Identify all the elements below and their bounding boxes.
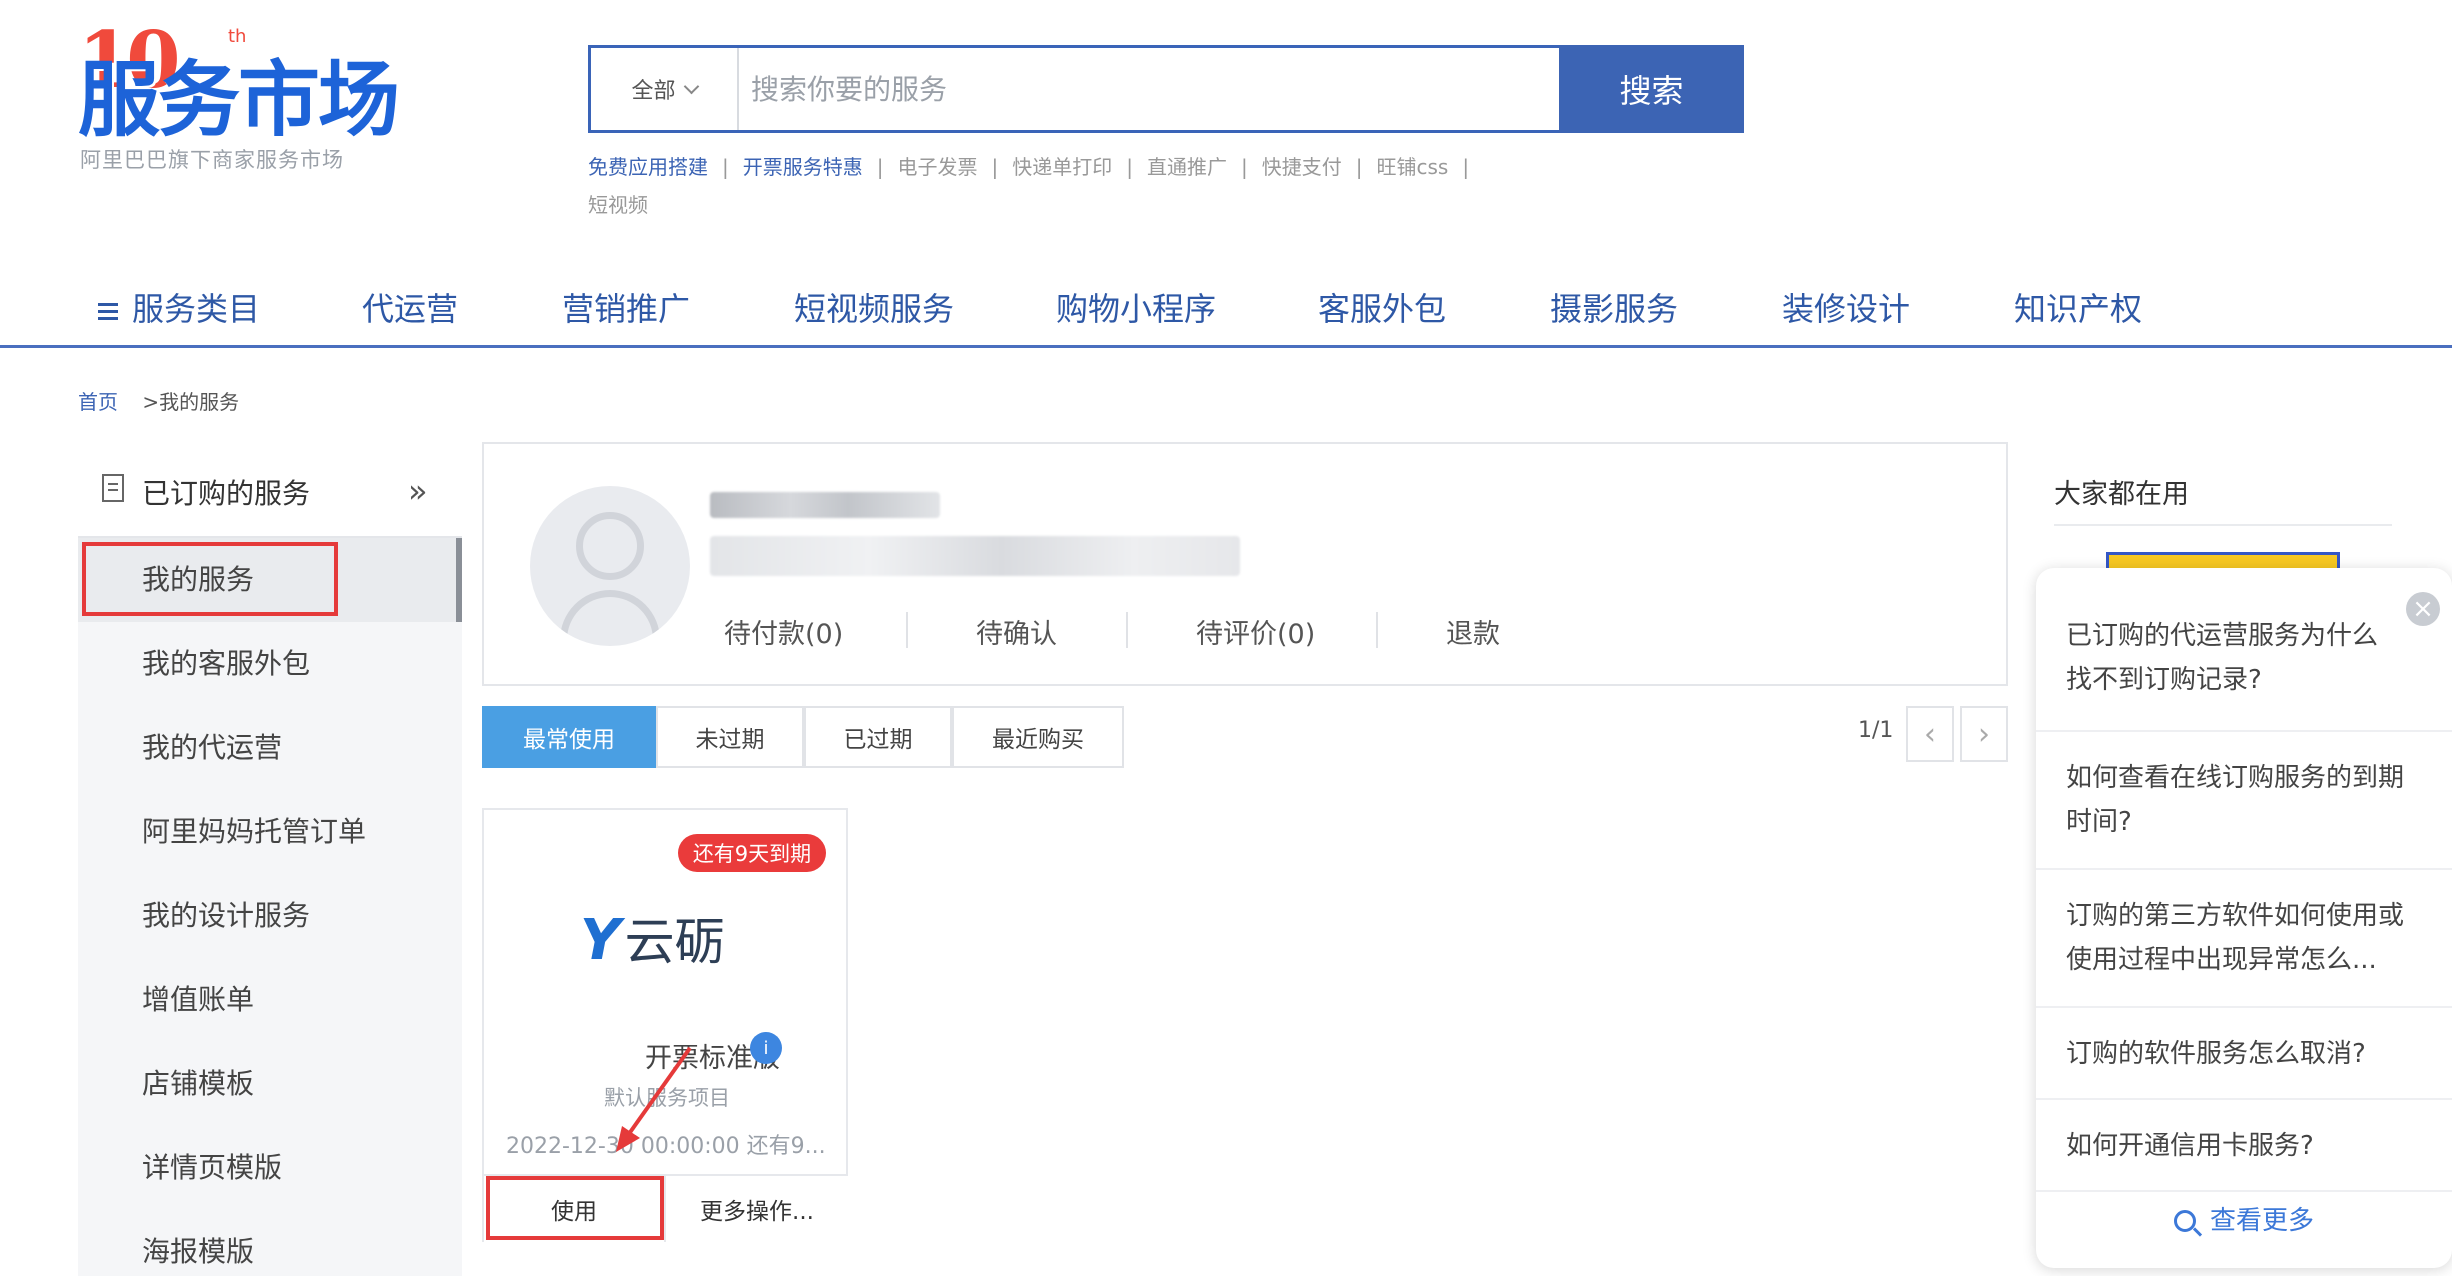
hot-link-waybill-print[interactable]: 快递单打印 — [1012, 155, 1112, 179]
page-indicator: 1/1 — [1858, 718, 1894, 743]
hot-link-quick-pay[interactable]: 快捷支付 — [1262, 155, 1342, 179]
hot-link-e-invoice[interactable]: 电子发票 — [898, 155, 978, 179]
main-nav: 服务类目 代运营 营销推广 短视频服务 购物小程序 客服外包 摄影服务 装修设计… — [0, 270, 2452, 348]
link-separator: | — [876, 155, 884, 179]
annotation-highlight-box — [82, 542, 338, 616]
blurred-account-info — [710, 536, 1240, 576]
hot-link-short-video[interactable]: 短视频 — [588, 193, 648, 217]
more-actions-button[interactable]: 更多操作... — [666, 1174, 848, 1242]
link-separator: | — [991, 155, 999, 179]
stat-pending-confirm[interactable]: 待确认 — [976, 612, 1057, 651]
double-chevron-right-icon[interactable]: » — [408, 472, 428, 510]
hot-link-free-app[interactable]: 免费应用搭建 — [588, 155, 708, 179]
nav-service-categories[interactable]: 服务类目 — [98, 284, 260, 330]
nav-short-video[interactable]: 短视频服务 — [794, 284, 954, 330]
service-card: 还有9天到期 Y云砺 开票标准版 i 默认服务项目 2022-12-30 00:… — [482, 808, 848, 1242]
nav-marketing[interactable]: 营销推广 — [562, 284, 690, 330]
hot-link-promotion[interactable]: 直通推广 — [1147, 155, 1227, 179]
stat-refund[interactable]: 退款 — [1446, 612, 1500, 651]
logo[interactable]: 10 th 服务市场 阿里巴巴旗下商家服务市场 — [78, 22, 400, 173]
hot-link-shop-css[interactable]: 旺铺css — [1377, 155, 1449, 179]
nav-label: 服务类目 — [132, 290, 261, 328]
faq-item[interactable]: 如何查看在线订购服务的到期时间? — [2036, 732, 2452, 870]
service-brand-logo: Y云砺 — [580, 902, 725, 974]
search-category-label: 全部 — [631, 79, 676, 104]
nav-ip[interactable]: 知识产权 — [2014, 284, 2142, 330]
nav-operation-agency[interactable]: 代运营 — [362, 284, 458, 330]
stat-pending-payment[interactable]: 待付款(0) — [724, 612, 843, 651]
breadcrumb-home[interactable]: 首页 — [78, 390, 118, 414]
service-name: 开票标准版 — [645, 1043, 780, 1074]
tab-most-used[interactable]: 最常使用 — [482, 706, 656, 768]
sidebar-item-design-services[interactable]: 我的设计服务 — [78, 874, 462, 958]
link-separator: | — [1462, 155, 1470, 179]
nav-mini-program[interactable]: 购物小程序 — [1056, 284, 1216, 330]
link-separator: | — [722, 155, 729, 179]
stat-pending-review[interactable]: 待评价(0) — [1196, 612, 1315, 651]
faq-panel: × 已订购的代运营服务为什么找不到订购记录? 如何查看在线订购服务的到期时间? … — [2036, 568, 2452, 1268]
tab-recent-purchases[interactable]: 最近购买 — [952, 706, 1124, 768]
page-next-button[interactable]: › — [1960, 706, 2008, 762]
search-icon — [2173, 1210, 2196, 1232]
link-separator: | — [1355, 155, 1363, 179]
link-separator: | — [1241, 155, 1248, 179]
page-prev-button[interactable]: ‹ — [1906, 706, 1954, 762]
hot-link-invoice-offer[interactable]: 开票服务特惠 — [743, 155, 863, 179]
search-category-select[interactable]: 全部 — [591, 48, 739, 130]
faq-item[interactable]: 如何开通信用卡服务? — [2036, 1100, 2452, 1192]
chevron-down-icon — [683, 78, 699, 94]
service-subtitle: 默认服务项目 — [604, 1086, 730, 1110]
use-button[interactable]: 使用 — [484, 1174, 666, 1242]
sidebar-item-cs-outsourcing[interactable]: 我的客服外包 — [78, 622, 462, 706]
search-bar: 全部 搜索 — [588, 45, 1744, 133]
breadcrumb: 首页 >我的服务 — [78, 386, 239, 415]
link-separator: | — [1126, 155, 1133, 179]
avatar-body-shape — [560, 590, 660, 646]
sidebar-header-label: 已订购的服务 — [142, 477, 311, 510]
nav-photography[interactable]: 摄影服务 — [1550, 284, 1678, 330]
brand-text: 云砺 — [624, 913, 725, 971]
expiry-badge: 还有9天到期 — [678, 834, 826, 872]
logo-tagline: 阿里巴巴旗下商家服务市场 — [80, 148, 344, 172]
sidebar-item-alimama-orders[interactable]: 阿里妈妈托管订单 — [78, 790, 462, 874]
breadcrumb-current: 我的服务 — [159, 390, 240, 414]
document-icon — [102, 474, 124, 502]
sidebar-item-detail-templates[interactable]: 详情页模版 — [78, 1126, 462, 1210]
popular-divider — [2054, 524, 2392, 526]
nav-design[interactable]: 装修设计 — [1782, 284, 1910, 330]
tab-expired[interactable]: 已过期 — [804, 706, 952, 768]
service-expiry-date: 2022-12-30 00:00:00 还有9... — [506, 1134, 826, 1159]
popular-section-title: 大家都在用 — [2054, 479, 2189, 510]
info-icon[interactable]: i — [750, 1032, 782, 1064]
blurred-username — [710, 492, 940, 518]
avatar[interactable] — [530, 486, 690, 646]
tab-not-expired[interactable]: 未过期 — [656, 706, 804, 768]
stat-divider — [1376, 612, 1378, 648]
sidebar-header[interactable]: 已订购的服务 » — [78, 442, 462, 538]
brand-mark-icon: Y — [580, 908, 621, 973]
sidebar-item-operation-agency[interactable]: 我的代运营 — [78, 706, 462, 790]
faq-item[interactable]: 订购的第三方软件如何使用或使用过程中出现异常怎么... — [2036, 870, 2452, 1008]
faq-view-more-label: 查看更多 — [2209, 1206, 2314, 1236]
faq-item[interactable]: 已订购的代运营服务为什么找不到订购记录? — [2036, 592, 2452, 732]
sidebar-item-poster-templates[interactable]: 海报模版 — [78, 1210, 462, 1276]
profile-card: 待付款(0) 待确认 待评价(0) 退款 — [482, 442, 2008, 686]
breadcrumb-separator: > — [142, 390, 160, 414]
stat-divider — [906, 612, 908, 648]
avatar-head-shape — [576, 512, 644, 580]
stat-divider — [1126, 612, 1128, 648]
search-button[interactable]: 搜索 — [1559, 45, 1744, 133]
search-input[interactable] — [751, 48, 1551, 130]
faq-item[interactable]: 订购的软件服务怎么取消? — [2036, 1008, 2452, 1100]
logo-anniversary-suffix: th — [228, 26, 247, 47]
sidebar-item-shop-templates[interactable]: 店铺模板 — [78, 1042, 462, 1126]
menu-icon — [98, 299, 118, 324]
hot-search-links: 免费应用搭建 | 开票服务特惠 | 电子发票 | 快递单打印 | 直通推广 | 快捷支付 | 旺铺css… — [588, 148, 1708, 224]
nav-customer-service[interactable]: 客服外包 — [1318, 284, 1446, 330]
faq-view-more-link[interactable]: 查看更多 — [2036, 1200, 2452, 1237]
sidebar-item-value-added-bills[interactable]: 增值账单 — [78, 958, 462, 1042]
logo-name: 服务市场 — [78, 53, 400, 148]
